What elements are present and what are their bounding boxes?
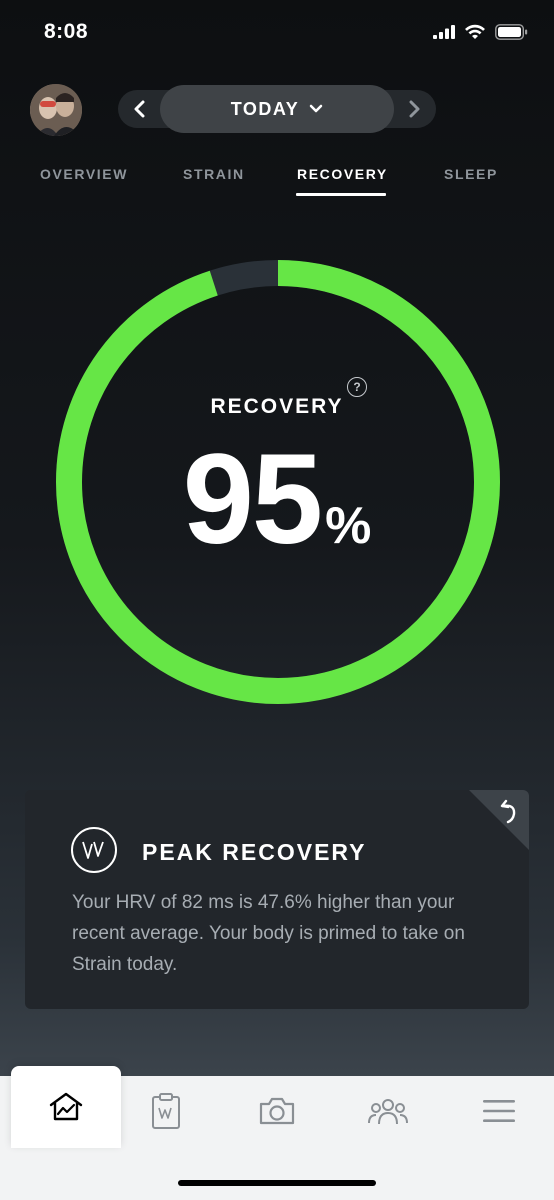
next-day-button[interactable]: [394, 90, 434, 128]
status-bar: 8:08: [0, 0, 554, 64]
previous-day-button[interactable]: [120, 90, 160, 128]
section-tabs: OVERVIEW STRAIN RECOVERY SLEEP: [0, 160, 554, 200]
card-title: PEAK RECOVERY: [142, 839, 367, 865]
date-dropdown[interactable]: TODAY: [160, 85, 394, 133]
whoop-logo-icon: [71, 827, 117, 873]
tabbar-camera[interactable]: [222, 1076, 332, 1146]
avatar-photo: [30, 84, 82, 136]
card-body: Your HRV of 82 ms is 47.6% higher than y…: [72, 892, 465, 975]
recovery-unit: %: [325, 497, 372, 555]
clipboard-icon: [152, 1093, 180, 1129]
home-indicator: [178, 1180, 376, 1186]
chevron-down-icon: [310, 104, 323, 113]
flip-arrow-icon: [500, 799, 516, 824]
recovery-value: 95: [182, 428, 323, 571]
tab-sleep[interactable]: SLEEP: [444, 166, 498, 182]
tab-overview[interactable]: OVERVIEW: [40, 166, 128, 182]
tab-strain[interactable]: STRAIN: [183, 166, 245, 182]
avatar[interactable]: [30, 84, 82, 136]
tabbar-home[interactable]: [11, 1066, 121, 1148]
status-icons: [433, 24, 528, 40]
home-chart-icon: [49, 1092, 83, 1121]
help-icon[interactable]: ?: [347, 377, 367, 397]
tabbar-community[interactable]: [333, 1076, 443, 1146]
people-icon: [368, 1099, 408, 1125]
date-label: TODAY: [230, 98, 300, 119]
chevron-left-icon: [134, 100, 145, 118]
recovery-score: 95%: [0, 436, 554, 564]
chevron-right-icon: [409, 100, 420, 118]
tabbar-journal[interactable]: [111, 1076, 221, 1146]
battery-icon: [495, 24, 528, 40]
status-time: 8:08: [44, 20, 89, 43]
recovery-title: RECOVERY: [210, 395, 344, 418]
hamburger-menu-icon: [483, 1100, 515, 1122]
active-tab-indicator: [296, 193, 386, 196]
camera-icon: [259, 1097, 295, 1125]
peak-recovery-card[interactable]: PEAK RECOVERY Your HRV of 82 ms is 47.6%…: [25, 790, 529, 1009]
tab-recovery[interactable]: RECOVERY: [297, 166, 388, 182]
wifi-icon: [465, 24, 485, 39]
signal-bars-icon: [433, 25, 455, 39]
date-selector: TODAY: [118, 85, 436, 133]
header: TODAY: [0, 80, 554, 140]
tabbar-menu[interactable]: [444, 1076, 554, 1146]
